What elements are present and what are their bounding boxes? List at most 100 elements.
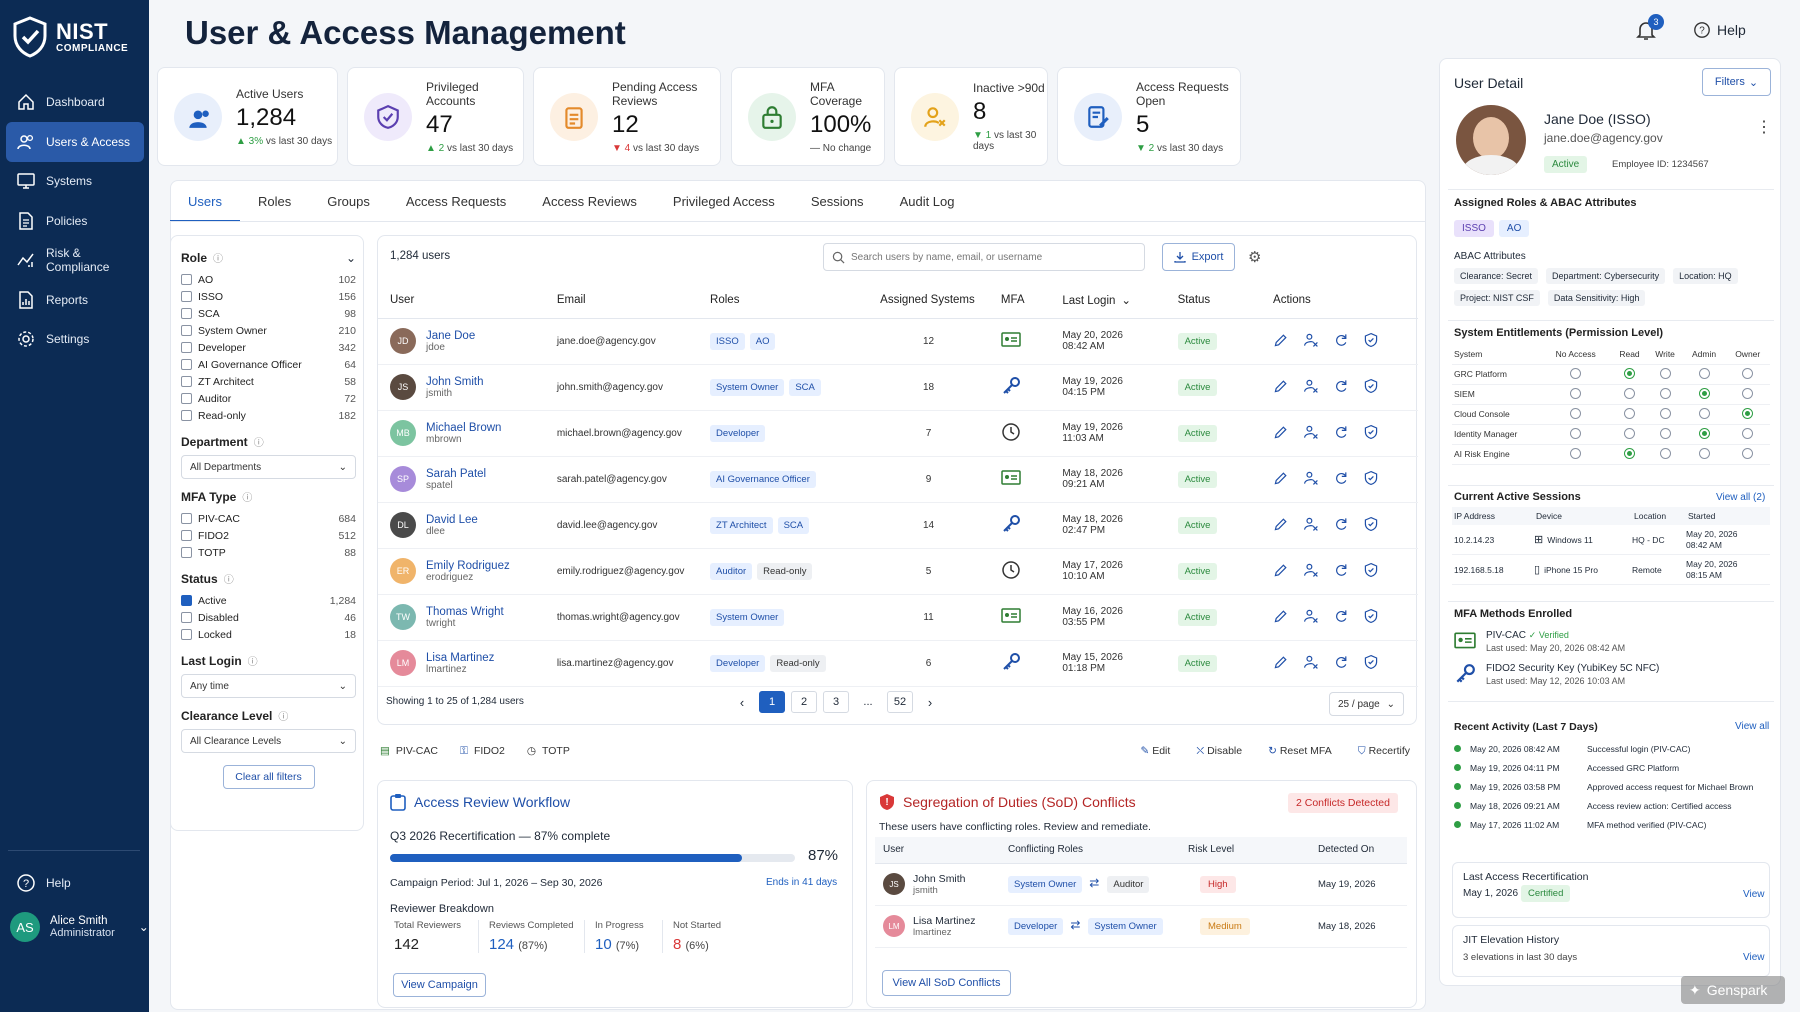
- refresh-icon[interactable]: [1333, 608, 1349, 627]
- user-x-icon[interactable]: [1303, 424, 1319, 443]
- user-name-link[interactable]: David Lee: [426, 514, 478, 526]
- table-row[interactable]: ER Emily Rodriguez erodriguez emily.rodrigu…: [378, 548, 1418, 595]
- checkbox[interactable]: [181, 393, 192, 404]
- permission-radio[interactable]: [1742, 367, 1754, 379]
- page-2[interactable]: 2: [791, 691, 817, 713]
- permission-radio[interactable]: [1698, 407, 1710, 419]
- permission-radio[interactable]: [1624, 407, 1635, 419]
- shield-check-icon[interactable]: [1363, 424, 1379, 443]
- checkbox[interactable]: [181, 308, 192, 319]
- permission-radio[interactable]: [1742, 427, 1754, 439]
- filter-option-system-owner[interactable]: System Owner 210: [181, 322, 356, 339]
- pencil-icon[interactable]: [1273, 562, 1289, 581]
- filter-option-active[interactable]: Active 1,284: [181, 592, 356, 609]
- checkbox[interactable]: [181, 325, 192, 336]
- table-row[interactable]: LM Lisa Martinez lmartinez Developer ⇄ System…: [875, 905, 1407, 948]
- filter-option-sca[interactable]: SCA 98: [181, 305, 356, 322]
- permission-radio[interactable]: [1624, 447, 1635, 459]
- pencil-icon[interactable]: [1273, 424, 1289, 443]
- filter-role-header[interactable]: Role ⓘ ⌄: [181, 250, 356, 266]
- user-x-icon[interactable]: [1303, 332, 1319, 351]
- filter-option-piv-cac[interactable]: PIV-CAC 684: [181, 510, 356, 527]
- sort-icon[interactable]: ⌄: [1121, 295, 1131, 307]
- permission-radio[interactable]: [1742, 407, 1754, 419]
- checkbox[interactable]: [181, 291, 192, 302]
- help-button[interactable]: ? Help: [1693, 21, 1746, 39]
- pencil-icon[interactable]: [1273, 378, 1289, 397]
- table-row[interactable]: LM Lisa Martinez lmartinez lisa.martinez@ag…: [378, 640, 1418, 687]
- permission-radio[interactable]: [1570, 447, 1582, 459]
- user-x-icon[interactable]: [1303, 470, 1319, 489]
- nav-reports[interactable]: Reports: [6, 280, 144, 320]
- view-campaign-button[interactable]: View Campaign: [393, 973, 486, 997]
- permission-radio[interactable]: [1742, 447, 1754, 459]
- filter-mfa-header[interactable]: MFA Type ⓘ: [181, 489, 356, 505]
- checkbox[interactable]: [181, 410, 192, 421]
- filter-option-totp[interactable]: TOTP 88: [181, 544, 356, 561]
- stat-privileged-accounts[interactable]: Privileged Accounts 47 ▲ 2 vs last 30 days: [347, 67, 524, 166]
- shield-check-icon[interactable]: [1363, 562, 1379, 581]
- permission-radio[interactable]: [1742, 387, 1754, 399]
- more-icon[interactable]: ⋮: [1756, 117, 1772, 137]
- checkbox[interactable]: [181, 530, 192, 541]
- user-name-link[interactable]: Thomas Wright: [426, 606, 504, 618]
- user-name-link[interactable]: Emily Rodriguez: [426, 560, 510, 572]
- nav-users-access[interactable]: Users & Access: [6, 121, 144, 162]
- search-input[interactable]: Search users by name, email, or username: [823, 243, 1145, 271]
- table-row[interactable]: JS John Smith jsmith System Owner ⇄ Auditor Hi…: [875, 863, 1407, 906]
- checkbox[interactable]: [181, 513, 192, 524]
- page-1[interactable]: 1: [759, 691, 785, 713]
- nav-risk-compliance[interactable]: Risk & Compliance: [6, 240, 144, 280]
- user-name-link[interactable]: Sarah Patel: [426, 468, 486, 480]
- tab-access-reviews[interactable]: Access Reviews: [524, 182, 655, 222]
- refresh-icon[interactable]: [1333, 654, 1349, 673]
- filter-option-fido2[interactable]: FIDO2 512: [181, 527, 356, 544]
- table-row[interactable]: TW Thomas Wright twright thomas.wright@agen…: [378, 594, 1418, 641]
- permission-radio[interactable]: [1698, 367, 1710, 379]
- tab-sessions[interactable]: Sessions: [793, 182, 882, 222]
- filter-clearance-select[interactable]: All Clearance Levels ⌄: [181, 729, 356, 753]
- checkbox[interactable]: [181, 547, 192, 558]
- shield-check-icon[interactable]: [1363, 332, 1379, 351]
- clear-filters-button[interactable]: Clear all filters: [222, 765, 315, 789]
- nav-help[interactable]: ? Help: [6, 863, 144, 903]
- sessions-view-all[interactable]: View all (2): [1716, 492, 1765, 503]
- tab-privileged-access[interactable]: Privileged Access: [655, 182, 793, 222]
- permission-radio[interactable]: [1624, 387, 1635, 399]
- tab-roles[interactable]: Roles: [240, 182, 309, 222]
- nav-dashboard[interactable]: Dashboard: [6, 82, 144, 122]
- filter-status-header[interactable]: Status ⓘ: [181, 571, 356, 587]
- stat-pending-access-reviews[interactable]: Pending Access Reviews 12 ▼ 4 vs last 30 d…: [533, 67, 721, 166]
- refresh-icon[interactable]: [1333, 332, 1349, 351]
- permission-radio[interactable]: [1659, 427, 1671, 439]
- shield-check-icon[interactable]: [1363, 516, 1379, 535]
- permission-radio[interactable]: [1570, 407, 1582, 419]
- stat-mfa-coverage[interactable]: MFA Coverage 100% — No change: [731, 67, 885, 166]
- checkbox[interactable]: [181, 342, 192, 353]
- user-name-link[interactable]: Michael Brown: [426, 422, 501, 434]
- shield-check-icon[interactable]: [1363, 608, 1379, 627]
- next-page-icon[interactable]: ›: [919, 695, 941, 710]
- refresh-icon[interactable]: [1333, 562, 1349, 581]
- filter-option-locked[interactable]: Locked 18: [181, 626, 356, 643]
- table-row[interactable]: JS John Smith jsmith john.smith@agency.gov S…: [378, 364, 1418, 411]
- permission-radio[interactable]: [1624, 367, 1635, 379]
- current-user[interactable]: AS Alice Smith Administrator ⌄: [10, 912, 149, 942]
- notifications-button[interactable]: 3: [1634, 14, 1664, 45]
- pencil-icon[interactable]: [1273, 516, 1289, 535]
- filter-option-ao[interactable]: AO 102: [181, 271, 356, 288]
- user-name-link[interactable]: Lisa Martinez: [426, 652, 494, 664]
- permission-radio[interactable]: [1659, 387, 1671, 399]
- checkbox[interactable]: [181, 595, 192, 606]
- refresh-icon[interactable]: [1333, 516, 1349, 535]
- refresh-icon[interactable]: [1333, 378, 1349, 397]
- jit-view[interactable]: View: [1743, 952, 1765, 963]
- chevron-down-icon[interactable]: ⌄: [139, 920, 149, 934]
- nav-systems[interactable]: Systems: [6, 161, 144, 201]
- tab-users[interactable]: Users: [170, 182, 240, 222]
- checkbox[interactable]: [181, 629, 192, 640]
- permission-radio[interactable]: [1570, 387, 1582, 399]
- checkbox[interactable]: [181, 612, 192, 623]
- filter-login-select[interactable]: Any time ⌄: [181, 674, 356, 698]
- permission-radio[interactable]: [1659, 407, 1671, 419]
